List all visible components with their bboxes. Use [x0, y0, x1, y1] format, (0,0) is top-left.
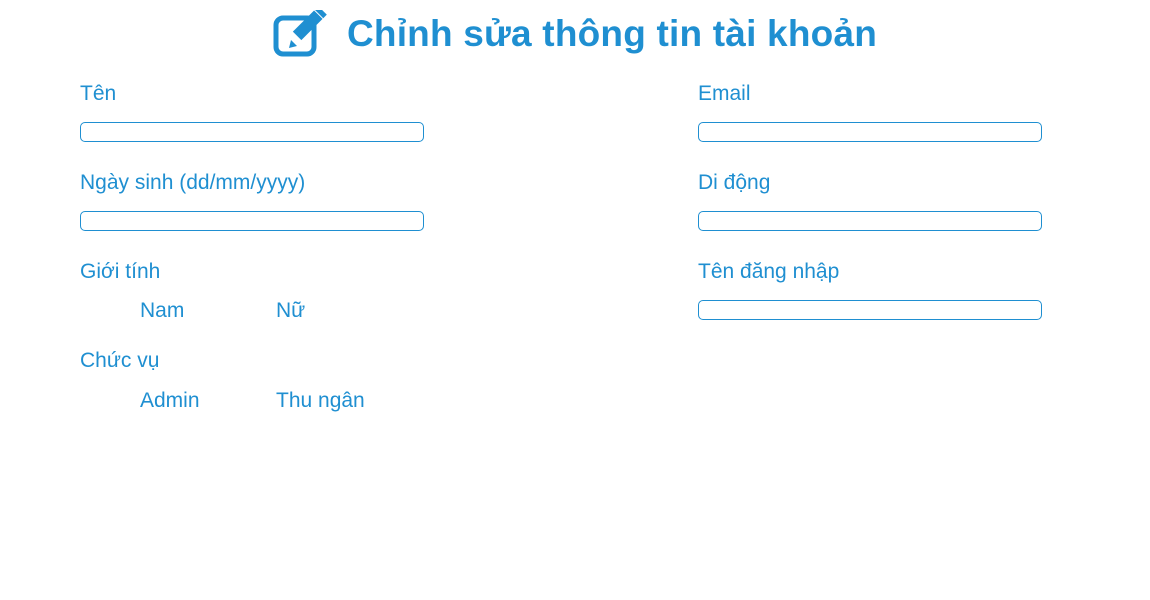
- role-option-admin[interactable]: Admin: [140, 389, 200, 413]
- page-header: Chỉnh sửa thông tin tài khoản: [0, 6, 1150, 60]
- mobile-field[interactable]: [698, 211, 1042, 231]
- role-option-cashier[interactable]: Thu ngân: [276, 389, 365, 413]
- birthday-label: Ngày sinh (dd/mm/yyyy): [80, 171, 306, 194]
- name-label: Tên: [80, 82, 117, 105]
- edit-icon: [273, 6, 329, 58]
- username-label: Tên đăng nhập: [698, 260, 840, 283]
- email-label: Email: [698, 82, 751, 105]
- email-field[interactable]: [698, 122, 1042, 142]
- gender-option-female[interactable]: Nữ: [276, 299, 305, 323]
- gender-option-male[interactable]: Nam: [140, 299, 184, 323]
- mobile-label: Di động: [698, 171, 771, 194]
- page-title: Chỉnh sửa thông tin tài khoản: [346, 13, 877, 54]
- birthday-field[interactable]: [80, 211, 424, 231]
- gender-label: Giới tính: [80, 260, 161, 283]
- role-label: Chức vụ: [80, 349, 160, 372]
- name-field[interactable]: [80, 122, 424, 142]
- username-field[interactable]: [698, 300, 1042, 320]
